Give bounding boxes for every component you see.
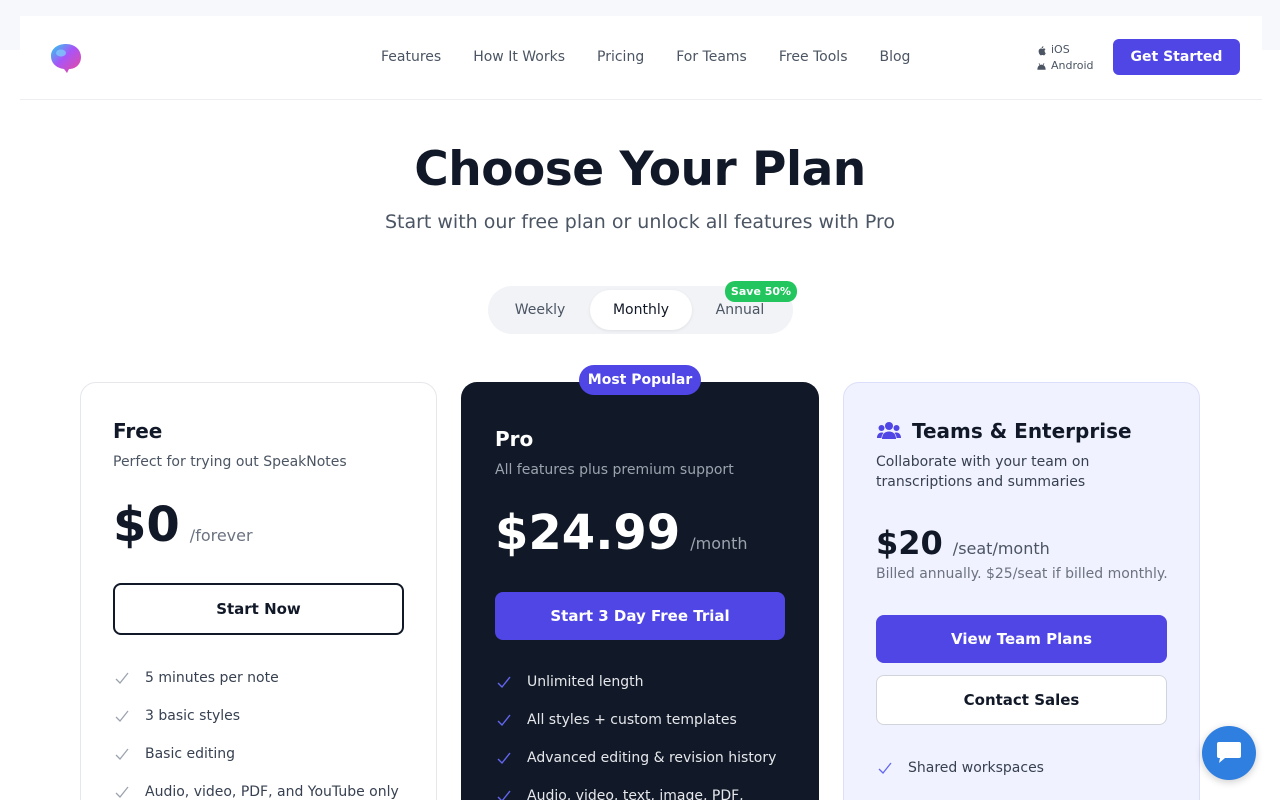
- feature-text: 3 basic styles: [145, 708, 241, 724]
- check-icon: [115, 748, 129, 760]
- plan-card-teams: Teams & Enterprise Collaborate with your…: [843, 382, 1200, 800]
- nav-pricing[interactable]: Pricing: [597, 49, 644, 65]
- contact-sales-button[interactable]: Contact Sales: [876, 675, 1167, 725]
- feature-text: Unlimited length: [527, 674, 644, 690]
- feature-text: Advanced editing & revision history: [527, 750, 777, 766]
- plan-price-row: $20 /seat/month: [876, 524, 1050, 562]
- plan-period: /forever: [189, 526, 253, 545]
- chat-icon: [1217, 742, 1241, 763]
- billing-monthly[interactable]: Monthly: [590, 290, 692, 330]
- nav-blog[interactable]: Blog: [880, 49, 911, 65]
- plan-description: Collaborate with your team on transcript…: [876, 454, 1090, 490]
- feature-item: 5 minutes per note: [113, 659, 399, 697]
- plan-card-pro: Pro All features plus premium support $2…: [461, 382, 819, 800]
- feature-list: 5 minutes per note 3 basic styles Basic …: [113, 659, 399, 800]
- chat-widget-button[interactable]: [1202, 726, 1256, 780]
- feature-item: All styles + custom templates: [495, 701, 776, 739]
- navbar: Features How It Works Pricing For Teams …: [20, 16, 1262, 100]
- nav-how-it-works[interactable]: How It Works: [473, 49, 565, 65]
- feature-text: Basic editing: [145, 746, 236, 762]
- team-users-icon: [877, 422, 901, 439]
- plan-price: $24.99: [495, 505, 681, 561]
- check-icon: [115, 710, 129, 722]
- main-nav: Features How It Works Pricing For Teams …: [381, 49, 910, 65]
- check-icon: [115, 672, 129, 684]
- feature-text: All styles + custom templates: [527, 712, 737, 728]
- get-started-button[interactable]: Get Started: [1113, 39, 1240, 75]
- check-icon: [115, 786, 129, 798]
- feature-text: Audio, video, PDF, and YouTube only: [145, 784, 399, 800]
- feature-list: Unlimited length All styles + custom tem…: [495, 663, 776, 800]
- plan-name: Teams & Enterprise: [912, 419, 1132, 443]
- feature-item: Audio, video, text, image, PDF,: [495, 777, 776, 800]
- check-icon: [878, 762, 892, 774]
- check-icon: [497, 752, 511, 765]
- plan-price: $0: [113, 497, 180, 553]
- view-team-plans-button[interactable]: View Team Plans: [876, 615, 1167, 663]
- feature-item: Shared workspaces: [876, 749, 1044, 787]
- plan-price-row: $24.99 /month: [495, 505, 748, 561]
- plan-price: $20: [876, 524, 943, 562]
- feature-text: Audio, video, text, image, PDF,: [527, 788, 744, 800]
- feature-item: Unlimited length: [495, 663, 776, 701]
- page-subtitle: Start with our free plan or unlock all f…: [384, 211, 896, 233]
- feature-item: 3 basic styles: [113, 697, 399, 735]
- android-link[interactable]: Android: [1036, 58, 1094, 74]
- most-popular-badge: Most Popular: [579, 365, 701, 395]
- billing-toggle: Weekly Monthly Annual Save 50%: [488, 281, 797, 334]
- check-icon: [497, 714, 511, 727]
- ios-link[interactable]: iOS: [1036, 42, 1094, 58]
- android-label: Android: [1051, 59, 1094, 72]
- plan-period: /month: [690, 534, 748, 553]
- android-icon: [1037, 62, 1046, 70]
- start-now-button[interactable]: Start Now: [113, 583, 404, 635]
- billing-weekly[interactable]: Weekly: [492, 290, 588, 330]
- nav-features[interactable]: Features: [381, 49, 441, 65]
- speaknotes-logo-icon[interactable]: [50, 42, 83, 74]
- app-platforms: iOS Android: [1036, 42, 1094, 74]
- billing-note: Billed annually. $25/seat if billed mont…: [876, 566, 1168, 582]
- plan-period: /seat/month: [952, 539, 1050, 558]
- nav-free-tools[interactable]: Free Tools: [779, 49, 848, 65]
- feature-text: Shared workspaces: [908, 760, 1044, 776]
- plan-name: Free: [113, 419, 163, 443]
- feature-item: Advanced editing & revision history: [495, 739, 776, 777]
- feature-list: Shared workspaces: [876, 749, 1044, 787]
- feature-text: 5 minutes per note: [145, 670, 279, 686]
- feature-item: Basic editing: [113, 735, 399, 773]
- plan-description: All features plus premium support: [495, 462, 734, 478]
- nav-for-teams[interactable]: For Teams: [676, 49, 747, 65]
- plan-card-free: Free Perfect for trying out SpeakNotes $…: [80, 382, 437, 800]
- plan-price-row: $0 /forever: [113, 497, 253, 553]
- apple-icon: [1038, 45, 1046, 55]
- check-icon: [497, 790, 511, 800]
- page-title: Choose Your Plan: [414, 142, 866, 197]
- check-icon: [497, 676, 511, 689]
- save-badge: Save 50%: [725, 281, 797, 302]
- start-trial-button[interactable]: Start 3 Day Free Trial: [495, 592, 785, 640]
- plan-name: Pro: [495, 427, 534, 451]
- plan-description: Perfect for trying out SpeakNotes: [113, 454, 347, 470]
- ios-label: iOS: [1051, 43, 1070, 56]
- feature-item: Audio, video, PDF, and YouTube only: [113, 773, 399, 800]
